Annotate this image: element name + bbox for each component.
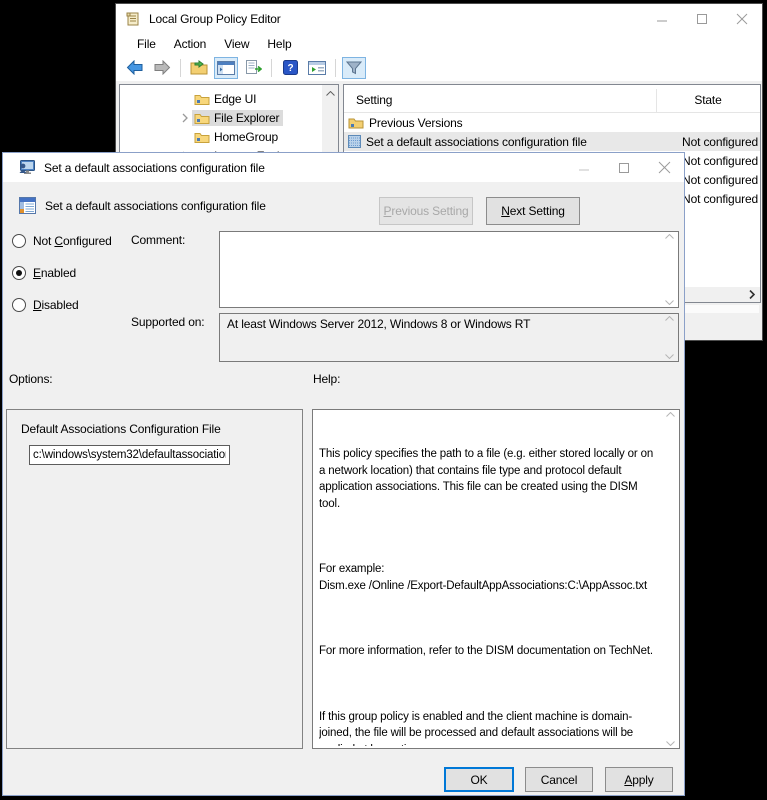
gpedit-title-bar[interactable]: Local Group Policy Editor (116, 4, 762, 33)
list-row-set-default-associations[interactable]: Set a default associations configuration… (344, 132, 760, 151)
back-icon[interactable] (123, 57, 147, 79)
scroll-up-icon (666, 412, 675, 417)
folder-icon (194, 93, 210, 105)
tree-item-edge-ui[interactable]: Edge UI (120, 89, 338, 108)
dialog-minimize-button[interactable] (564, 153, 604, 182)
export-list-icon[interactable] (241, 57, 265, 79)
dialog-title: Set a default associations configuration… (44, 161, 265, 175)
gpedit-maximize-button[interactable] (682, 4, 722, 33)
radio-circle-selected[interactable] (12, 266, 26, 280)
forward-icon[interactable] (150, 57, 174, 79)
previous-setting-button[interactable]: Previous Setting (379, 197, 473, 225)
setting-header-title: Set a default associations configuration… (45, 199, 266, 213)
ok-button[interactable]: OK (444, 767, 514, 792)
options-field-label: Default Associations Configuration File (21, 422, 221, 436)
scroll-up-icon (665, 234, 674, 239)
scroll-down-icon (665, 354, 674, 359)
gpedit-window-title: Local Group Policy Editor (149, 12, 281, 26)
expander-icon[interactable] (178, 113, 192, 123)
radio-disabled[interactable]: Disabled (12, 297, 79, 313)
toolbar-separator (271, 59, 272, 77)
filter-icon[interactable] (342, 57, 366, 79)
column-header-setting[interactable]: Setting (344, 93, 656, 112)
toolbar-separator (180, 59, 181, 77)
console-tree-icon[interactable] (214, 57, 238, 79)
gpedit-minimize-button[interactable] (642, 4, 682, 33)
radio-circle[interactable] (12, 298, 26, 312)
folder-icon (348, 116, 364, 129)
supported-on-box: At least Windows Server 2012, Windows 8 … (219, 313, 679, 362)
comment-textarea[interactable] (219, 231, 679, 308)
gpedit-close-button[interactable] (722, 4, 762, 33)
help-panel: This policy specifies the path to a file… (312, 409, 680, 749)
list-header: Setting State (344, 85, 760, 113)
options-label: Options: (9, 372, 53, 386)
column-header-state[interactable]: State (656, 93, 760, 112)
menu-action[interactable]: Action (165, 37, 215, 51)
gpedit-menubar: File Action View Help (116, 33, 762, 54)
folder-icon (194, 112, 210, 124)
scroll-down-icon (666, 741, 675, 746)
dialog-close-button[interactable] (644, 153, 684, 182)
supported-on-label: Supported on: (131, 315, 204, 329)
next-setting-button[interactable]: Next Setting (486, 197, 580, 225)
menu-view[interactable]: View (215, 37, 258, 51)
folder-icon (194, 131, 210, 143)
comment-label: Comment: (131, 233, 185, 247)
apply-button[interactable]: Apply (605, 767, 673, 792)
dialog-app-icon (18, 160, 35, 175)
cancel-button[interactable]: Cancel (525, 767, 593, 792)
tree-item-file-explorer[interactable]: File Explorer (120, 108, 338, 127)
gpedit-toolbar: ? (116, 54, 762, 82)
radio-circle[interactable] (12, 234, 26, 248)
scroll-up-icon (665, 316, 674, 321)
toolbar-separator (335, 59, 336, 77)
help-icon[interactable]: ? (278, 57, 302, 79)
scroll-down-icon (665, 300, 674, 305)
options-panel: Default Associations Configuration File (6, 409, 303, 749)
help-label: Help: (313, 372, 340, 386)
supported-on-value: At least Windows Server 2012, Windows 8 … (227, 317, 530, 331)
tree-item-homegroup[interactable]: HomeGroup (120, 127, 338, 146)
up-folder-icon[interactable] (187, 57, 211, 79)
menu-file[interactable]: File (128, 37, 165, 51)
gpedit-app-icon (125, 11, 141, 27)
radio-enabled[interactable]: Enabled (12, 265, 76, 281)
setting-icon (348, 135, 361, 148)
radio-not-configured[interactable]: Not Configured (12, 233, 112, 249)
setting-header-icon (19, 197, 36, 214)
svg-text:?: ? (287, 63, 293, 74)
show-window-icon[interactable] (305, 57, 329, 79)
help-text: This policy specifies the path to a file… (319, 413, 661, 746)
dialog-title-bar[interactable]: Set a default associations configuration… (3, 153, 684, 182)
menu-help[interactable]: Help (258, 37, 300, 51)
column-separator[interactable] (656, 89, 657, 112)
list-row-previous-versions[interactable]: Previous Versions (344, 113, 760, 132)
policy-setting-dialog: Set a default associations configuration… (2, 152, 685, 796)
associations-file-input[interactable] (29, 445, 230, 465)
scroll-up-icon[interactable] (322, 85, 338, 101)
scroll-right-icon[interactable] (744, 290, 760, 299)
dialog-maximize-button[interactable] (604, 153, 644, 182)
